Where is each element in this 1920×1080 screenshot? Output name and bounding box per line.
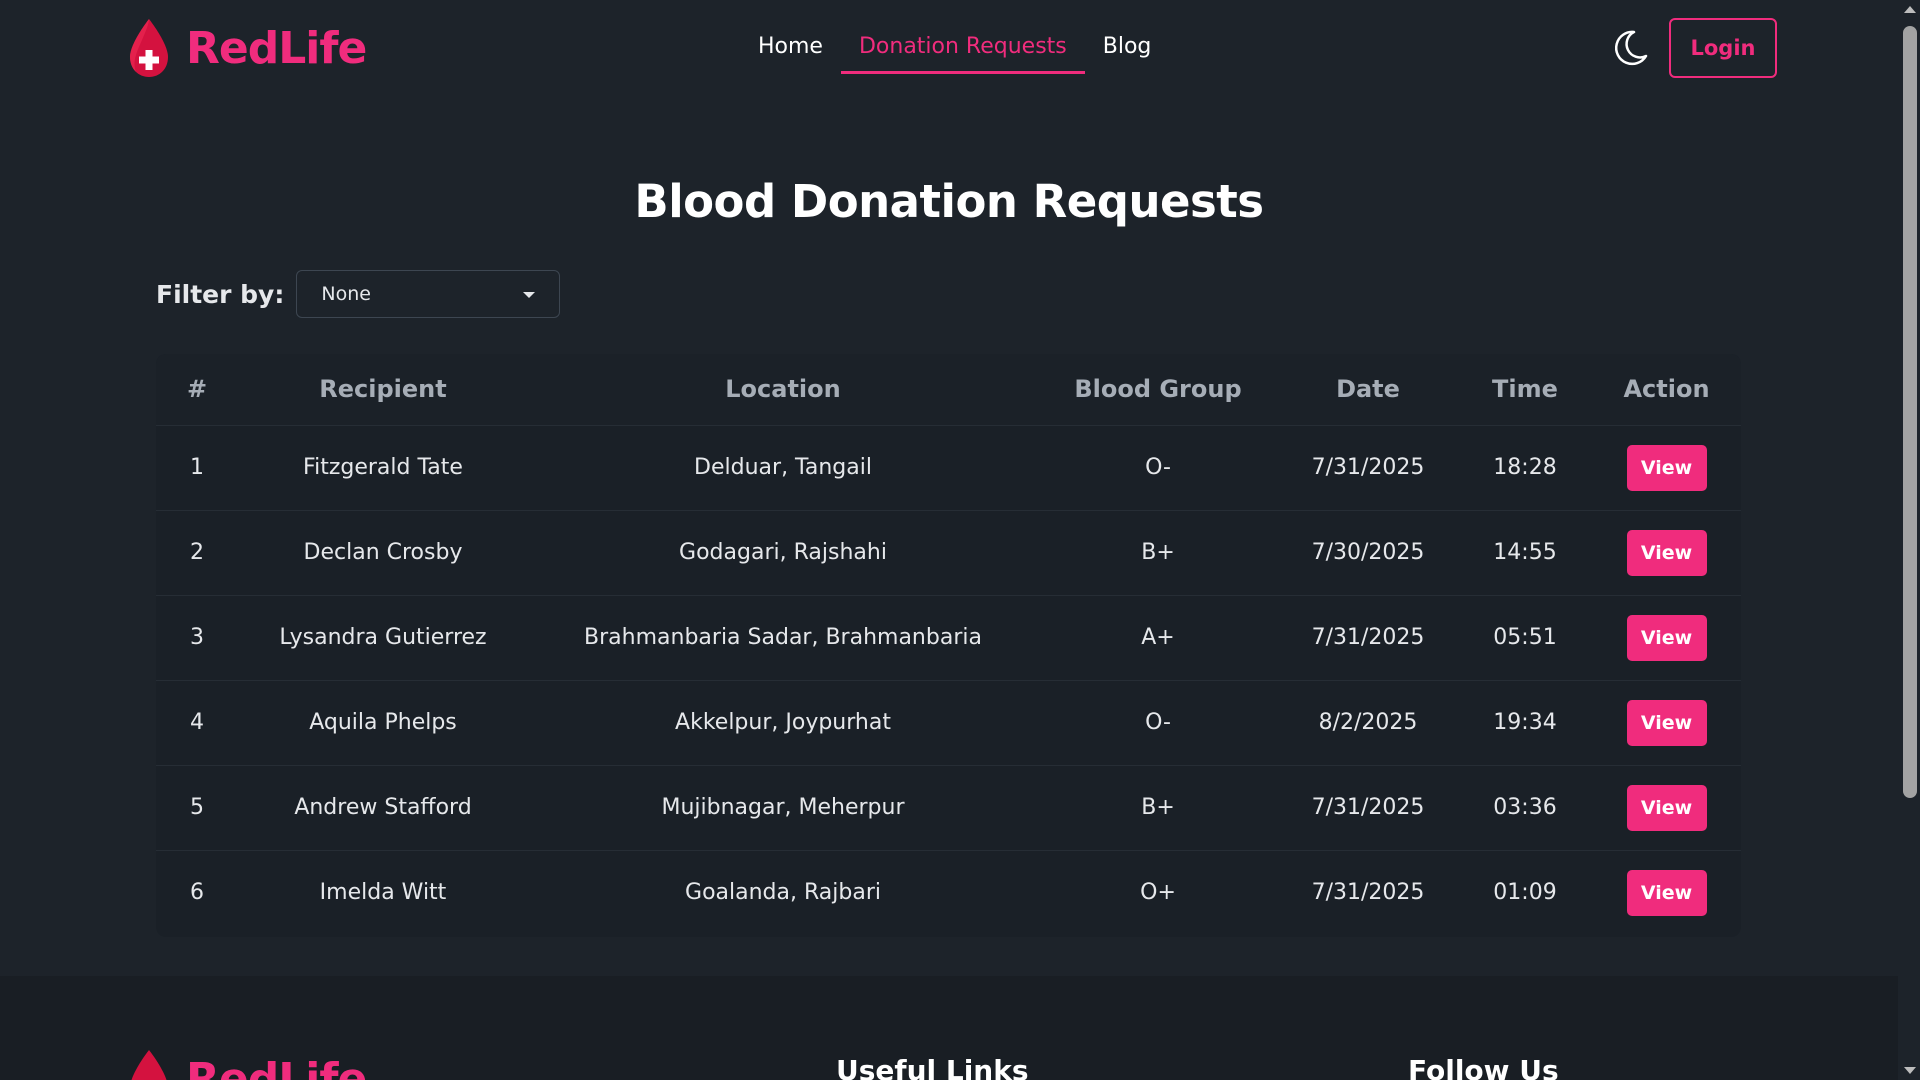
- cell-date: 7/30/2025: [1278, 509, 1458, 595]
- cell-recipient: Aquila Phelps: [238, 679, 528, 765]
- nav-blog[interactable]: Blog: [1085, 22, 1170, 74]
- cell-number: 1: [156, 424, 238, 510]
- footer: RedLife Useful Links Follow Us: [0, 976, 1898, 1080]
- cell-date: 7/31/2025: [1278, 424, 1458, 510]
- cell-recipient: Fitzgerald Tate: [238, 424, 528, 510]
- filter-label: Filter by:: [156, 279, 285, 309]
- blood-drop-cross-icon: [131, 1050, 167, 1080]
- column-header-recipient: Recipient: [238, 354, 528, 425]
- view-button[interactable]: View: [1626, 444, 1707, 491]
- cell-time: 18:28: [1458, 424, 1592, 510]
- requests-table: # Recipient Location Blood Group Date Ti…: [156, 354, 1741, 937]
- column-header-location: Location: [528, 354, 1038, 425]
- cell-number: 4: [156, 679, 238, 765]
- table-row: 2 Declan Crosby Godagari, Rajshahi B+ 7/…: [156, 509, 1741, 595]
- cell-number: 3: [156, 594, 238, 680]
- column-header-blood-group: Blood Group: [1038, 354, 1278, 425]
- view-button[interactable]: View: [1626, 529, 1707, 576]
- cell-number: 2: [156, 509, 238, 595]
- footer-follow-us-heading: Follow Us: [1408, 1054, 1559, 1080]
- cell-number: 6: [156, 849, 238, 935]
- moon-icon: [1614, 30, 1648, 66]
- cell-action: View: [1592, 764, 1741, 850]
- cell-recipient: Declan Crosby: [238, 509, 528, 595]
- nav-donation-requests[interactable]: Donation Requests: [840, 22, 1085, 74]
- nav-home[interactable]: Home: [740, 22, 841, 74]
- column-header-number: #: [156, 354, 238, 425]
- cell-blood-group: B+: [1038, 764, 1278, 850]
- view-button[interactable]: View: [1626, 869, 1707, 916]
- cell-location: Mujibnagar, Meherpur: [528, 764, 1038, 850]
- cell-time: 03:36: [1458, 764, 1592, 850]
- scroll-down-icon[interactable]: [1904, 1067, 1916, 1074]
- cell-location: Godagari, Rajshahi: [528, 509, 1038, 595]
- view-button[interactable]: View: [1626, 614, 1707, 661]
- theme-toggle-button[interactable]: [1608, 26, 1652, 70]
- cell-date: 7/31/2025: [1278, 594, 1458, 680]
- page-scrollbar[interactable]: [1900, 0, 1920, 1080]
- view-button[interactable]: View: [1626, 784, 1707, 831]
- nav-links: Home Donation Requests Blog: [740, 22, 1169, 74]
- cell-action: View: [1592, 509, 1741, 595]
- cell-action: View: [1592, 594, 1741, 680]
- scroll-up-icon[interactable]: [1904, 6, 1916, 13]
- cell-time: 05:51: [1458, 594, 1592, 680]
- blood-drop-cross-icon: [130, 19, 168, 77]
- cell-date: 8/2/2025: [1278, 679, 1458, 765]
- login-button[interactable]: Login: [1669, 18, 1777, 78]
- cell-time: 01:09: [1458, 849, 1592, 935]
- cell-location: Delduar, Tangail: [528, 424, 1038, 510]
- cell-action: View: [1592, 424, 1741, 510]
- page-title: Blood Donation Requests: [634, 175, 1264, 228]
- filter-selected-value: None: [321, 283, 371, 305]
- cell-location: Brahmanbaria Sadar, Brahmanbaria: [528, 594, 1038, 680]
- cell-date: 7/31/2025: [1278, 764, 1458, 850]
- table-row: 5 Andrew Stafford Mujibnagar, Meherpur B…: [156, 764, 1741, 850]
- cell-recipient: Andrew Stafford: [238, 764, 528, 850]
- table-row: 4 Aquila Phelps Akkelpur, Joypurhat O- 8…: [156, 679, 1741, 765]
- navbar: RedLife Home Donation Requests Blog Logi…: [0, 0, 1900, 96]
- footer-brand-logo[interactable]: RedLife: [126, 1048, 367, 1080]
- table-row: 1 Fitzgerald Tate Delduar, Tangail O- 7/…: [156, 424, 1741, 510]
- cell-location: Akkelpur, Joypurhat: [528, 679, 1038, 765]
- cell-blood-group: O+: [1038, 849, 1278, 935]
- cell-location: Goalanda, Rajbari: [528, 849, 1038, 935]
- footer-brand-name: RedLife: [186, 1053, 367, 1080]
- brand-name: RedLife: [186, 22, 367, 74]
- brand-logo[interactable]: RedLife: [126, 16, 367, 80]
- cell-blood-group: O-: [1038, 679, 1278, 765]
- cell-recipient: Lysandra Gutierrez: [238, 594, 528, 680]
- footer-useful-links-heading: Useful Links: [836, 1054, 1029, 1080]
- table-row: 3 Lysandra Gutierrez Brahmanbaria Sadar,…: [156, 594, 1741, 680]
- column-header-date: Date: [1278, 354, 1458, 425]
- column-header-time: Time: [1458, 354, 1592, 425]
- cell-time: 14:55: [1458, 509, 1592, 595]
- cell-blood-group: O-: [1038, 424, 1278, 510]
- cell-date: 7/31/2025: [1278, 849, 1458, 935]
- view-button[interactable]: View: [1626, 699, 1707, 746]
- cell-blood-group: A+: [1038, 594, 1278, 680]
- filter-row: Filter by: None: [156, 270, 561, 318]
- cell-action: View: [1592, 849, 1741, 935]
- cell-time: 19:34: [1458, 679, 1592, 765]
- scrollbar-thumb[interactable]: [1903, 26, 1917, 798]
- chevron-down-icon: [523, 292, 536, 298]
- filter-select[interactable]: None: [296, 270, 561, 318]
- cell-action: View: [1592, 679, 1741, 765]
- cell-blood-group: B+: [1038, 509, 1278, 595]
- column-header-action: Action: [1592, 354, 1741, 425]
- table-row: 6 Imelda Witt Goalanda, Rajbari O+ 7/31/…: [156, 849, 1741, 935]
- cell-recipient: Imelda Witt: [238, 849, 528, 935]
- cell-number: 5: [156, 764, 238, 850]
- table-header-row: # Recipient Location Blood Group Date Ti…: [156, 354, 1741, 425]
